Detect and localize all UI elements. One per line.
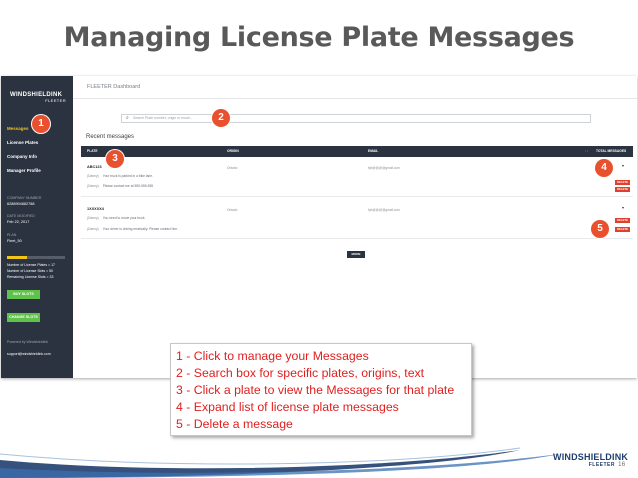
message-text: Your driver is driving erratically. Plea… — [102, 227, 178, 231]
page-number: 16 — [618, 461, 626, 468]
stat-license-slots: Number of License Slots = 50 — [7, 269, 54, 273]
license-usage-fill — [7, 256, 27, 259]
slide-title: Managing License Plate Messages — [63, 22, 575, 53]
company-number-label: COMPANY NUMBER — [7, 196, 42, 200]
annotation-badge-2: 2 — [212, 109, 230, 127]
support-email[interactable]: support@windshieldink.com — [7, 352, 51, 356]
row-divider — [81, 196, 633, 197]
sidebar-item-company-info[interactable]: Company Info — [1, 150, 73, 164]
section-title: Recent messages — [86, 134, 135, 140]
row-email: fpb@@@@gmail.com — [368, 208, 400, 212]
message-text: You need to move your truck. — [102, 216, 146, 220]
message-sender: (Danny) — [87, 184, 99, 188]
search-placeholder: Search Plate number, origin or email... — [133, 116, 193, 120]
legend-line-2: 2 - Search box for specific plates, orig… — [176, 366, 425, 380]
decorative-swoosh — [0, 447, 560, 478]
annotation-badge-3: 3 — [106, 150, 124, 168]
annotation-badge-1: 1 — [32, 115, 50, 133]
more-button[interactable]: MORE — [347, 251, 365, 258]
sidebar-item-license-plates[interactable]: License Plates — [1, 136, 73, 150]
stat-remaining-slots: Remaining License Slots = 33 — [7, 275, 54, 279]
change-slots-button[interactable]: CHANGE SLOTS — [7, 313, 40, 322]
message-item: (Danny) Your truck is parked in a bike la… — [87, 174, 153, 178]
date-modified-label: DATE MODIFIED — [7, 214, 35, 218]
main-content: FLEETER Dashboard ⌕ Search Plate number,… — [73, 76, 637, 378]
delete-message-button[interactable]: DELETE — [615, 180, 630, 185]
message-text: Please contact me at 555-555-555 — [102, 184, 154, 188]
message-item: (Danny) Your driver is driving erraticall… — [87, 227, 178, 231]
expand-caret-icon[interactable]: ▾ — [622, 163, 624, 168]
annotation-badge-4: 4 — [595, 159, 613, 177]
expand-caret-icon[interactable]: ▾ — [622, 205, 624, 210]
powered-by: Powered by Windshieldink — [7, 340, 49, 344]
messages-table-header: PLATE ORIGIN EMAIL ↑↓ TOTAL MESSAGES — [81, 146, 633, 157]
message-text: Your truck is parked in a bike lane. — [102, 174, 154, 178]
header-plate[interactable]: PLATE — [87, 146, 98, 157]
search-icon: ⌕ — [126, 115, 129, 121]
top-bar: FLEETER Dashboard — [73, 76, 637, 99]
delete-message-button[interactable]: DELETE — [615, 218, 630, 223]
plan-label: PLAN — [7, 233, 17, 237]
company-number: 6288994882788 — [7, 202, 35, 206]
app-logo: WINDSHIELDINK FLEETER — [10, 92, 70, 103]
message-item: (Danny) Please contact me at 555-555-555 — [87, 184, 153, 188]
date-modified: Feb 22, 2017 — [7, 220, 30, 224]
row-divider — [81, 238, 633, 239]
message-sender: (Danny) — [87, 227, 99, 231]
brand-main: WINDSHIELDINK — [553, 452, 629, 462]
sidebar-item-manager-profile[interactable]: Manager Profile — [1, 164, 73, 178]
search-input[interactable]: ⌕ Search Plate number, origin or email..… — [121, 114, 591, 123]
buy-slots-button[interactable]: BUY SLOTS — [7, 290, 40, 299]
delete-message-button[interactable]: DELETE — [615, 227, 630, 232]
legend-line-1: 1 - Click to manage your Messages — [176, 349, 369, 363]
stat-license-plates: Number of License Plates = 17 — [7, 263, 55, 267]
annotation-badge-5: 5 — [591, 220, 609, 238]
row-email: fpb@@@@gmail.com — [368, 166, 400, 170]
brand-logo: WINDSHIELDINK FLEETER — [553, 452, 629, 468]
license-usage-bar — [7, 256, 65, 259]
message-sender: (Danny) — [87, 216, 99, 220]
row-origin: Ontario — [227, 166, 238, 170]
header-origin[interactable]: ORIGIN — [227, 146, 239, 157]
legend-line-4: 4 - Expand list of license plate message… — [176, 400, 399, 414]
logo-sub: FLEETER — [45, 98, 66, 103]
legend-line-5: 5 - Delete a message — [176, 417, 293, 431]
row-origin: Ontario — [227, 208, 238, 212]
header-total-messages[interactable]: TOTAL MESSAGES — [596, 146, 626, 157]
brand-sub: FLEETER — [588, 462, 615, 468]
sort-icon[interactable]: ↑↓ — [585, 146, 588, 157]
message-item: (Danny) You need to move your truck. — [87, 216, 146, 220]
plate-link[interactable]: 1XXXXX4 — [87, 207, 104, 211]
dashboard-title: FLEETER Dashboard — [87, 84, 141, 90]
message-sender: (Danny) — [87, 174, 99, 178]
delete-message-button[interactable]: DELETE — [615, 187, 630, 192]
plate-link[interactable]: ABC123 — [87, 165, 102, 169]
legend-callout: 1 - Click to manage your Messages 2 - Se… — [170, 343, 472, 436]
header-email[interactable]: EMAIL — [368, 146, 378, 157]
dashboard-screenshot: WINDSHIELDINK FLEETER Messages License P… — [1, 76, 637, 378]
plan-value: Fleet_50 — [7, 239, 22, 243]
legend-line-3: 3 - Click a plate to view the Messages f… — [176, 383, 455, 397]
